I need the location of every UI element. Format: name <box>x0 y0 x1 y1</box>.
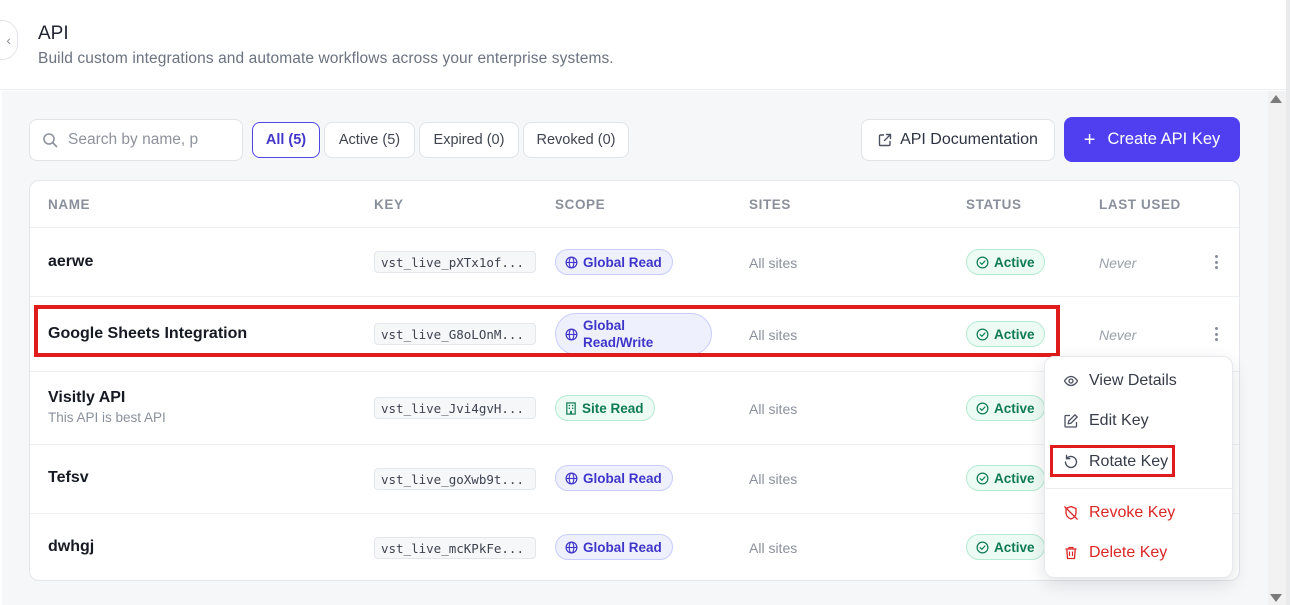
column-header-name: NAME <box>48 197 91 212</box>
menu-item-label: Edit Key <box>1089 412 1149 429</box>
check-circle-icon <box>976 402 989 414</box>
external-link-icon <box>878 133 892 147</box>
key-name: Tefsv <box>48 469 89 486</box>
scope-badge: Global Read <box>555 249 673 275</box>
search-box[interactable] <box>29 119 243 161</box>
column-header-status: STATUS <box>966 197 1022 212</box>
key-name: aerwe <box>48 253 94 270</box>
scope-label: Site Read <box>582 400 644 416</box>
menu-item-label: Delete Key <box>1089 544 1168 561</box>
scope-label: Global Read <box>583 254 662 270</box>
menu-item-label: Revoke Key <box>1089 504 1176 521</box>
back-button[interactable]: ‹ <box>0 20 18 60</box>
check-circle-icon <box>976 472 989 484</box>
status-label: Active <box>994 470 1035 486</box>
scroll-up-arrow-icon[interactable] <box>1270 95 1282 103</box>
filter-expired[interactable]: Expired (0) <box>419 122 519 158</box>
sites-value: All sites <box>749 401 798 417</box>
scope-label: Global Read <box>583 539 662 555</box>
menu-highlight-box <box>1050 445 1175 477</box>
plus-icon: + <box>1083 128 1096 151</box>
menu-item-revoke-key[interactable]: Revoke Key <box>1063 504 1175 522</box>
status-badge: Active <box>966 249 1045 275</box>
globe-icon <box>565 256 578 268</box>
key-value: vst_live_pXTx1of... <box>374 251 536 273</box>
globe-icon <box>565 472 578 484</box>
page-title: API <box>38 23 69 44</box>
scope-badge: Site Read <box>555 395 655 421</box>
scope-badge: Global Read <box>555 465 673 491</box>
status-badge: Active <box>966 395 1045 421</box>
key-value: vst_live_Jvi4gvH... <box>374 397 536 419</box>
status-label: Active <box>994 400 1035 416</box>
status-badge: Active <box>966 534 1045 560</box>
key-name: Visitly API <box>48 389 126 406</box>
column-header-key: KEY <box>374 197 404 212</box>
column-header-scope: SCOPE <box>555 197 606 212</box>
key-value: vst_live_goXwb9t... <box>374 468 536 490</box>
check-circle-icon <box>976 256 989 268</box>
eye-icon <box>1063 375 1079 387</box>
page-subtitle: Build custom integrations and automate w… <box>38 50 614 67</box>
create-api-key-button[interactable]: + Create API Key <box>1064 117 1240 162</box>
row-highlight-box <box>34 305 1060 357</box>
last-used-value: Never <box>1099 255 1137 271</box>
scroll-down-arrow-icon[interactable] <box>1270 594 1282 602</box>
page-header: ‹ API Build custom integrations and auto… <box>0 0 1286 90</box>
create-api-key-label: Create API Key <box>1107 130 1221 148</box>
status-badge: Active <box>966 465 1045 491</box>
edit-icon <box>1064 414 1078 428</box>
scrollbar[interactable] <box>1268 91 1286 605</box>
sites-value: All sites <box>749 471 798 487</box>
chevron-left-icon: ‹ <box>6 32 11 48</box>
check-circle-icon <box>976 541 989 553</box>
menu-item-edit-key[interactable]: Edit Key <box>1063 412 1149 430</box>
search-icon <box>43 133 58 148</box>
column-header-sites: SITES <box>749 197 792 212</box>
key-value: vst_live_mcKPkFe... <box>374 537 536 559</box>
menu-item-delete-key[interactable]: Delete Key <box>1063 544 1167 562</box>
menu-item-label: View Details <box>1089 372 1177 389</box>
sites-value: All sites <box>749 540 798 556</box>
table-row[interactable]: aerwe vst_live_pXTx1of... Global Read Al… <box>30 227 1239 296</box>
building-icon <box>566 401 576 415</box>
globe-icon <box>565 541 578 553</box>
status-label: Active <box>994 254 1035 270</box>
key-name: dwhgj <box>48 538 95 555</box>
window-edge <box>1286 0 1290 605</box>
column-header-last-used: LAST USED <box>1099 197 1181 212</box>
filter-active[interactable]: Active (5) <box>324 122 415 158</box>
sites-value: All sites <box>749 255 798 271</box>
api-documentation-label: API Documentation <box>900 131 1038 148</box>
filter-revoked[interactable]: Revoked (0) <box>523 122 629 158</box>
scope-label: Global Read <box>583 470 662 486</box>
search-input[interactable] <box>68 131 208 149</box>
status-label: Active <box>994 539 1035 555</box>
last-used-value: Never <box>1099 327 1137 343</box>
menu-item-view-details[interactable]: View Details <box>1063 372 1177 390</box>
more-actions-icon[interactable] <box>1206 324 1226 344</box>
menu-divider <box>1046 488 1233 489</box>
scope-badge: Global Read <box>555 534 673 560</box>
trash-icon <box>1065 546 1077 560</box>
more-actions-icon[interactable] <box>1206 252 1226 272</box>
key-description: This API is best API <box>48 410 166 425</box>
api-documentation-button[interactable]: API Documentation <box>861 119 1055 161</box>
filter-all[interactable]: All (5) <box>252 122 320 158</box>
revoke-icon <box>1064 505 1078 520</box>
